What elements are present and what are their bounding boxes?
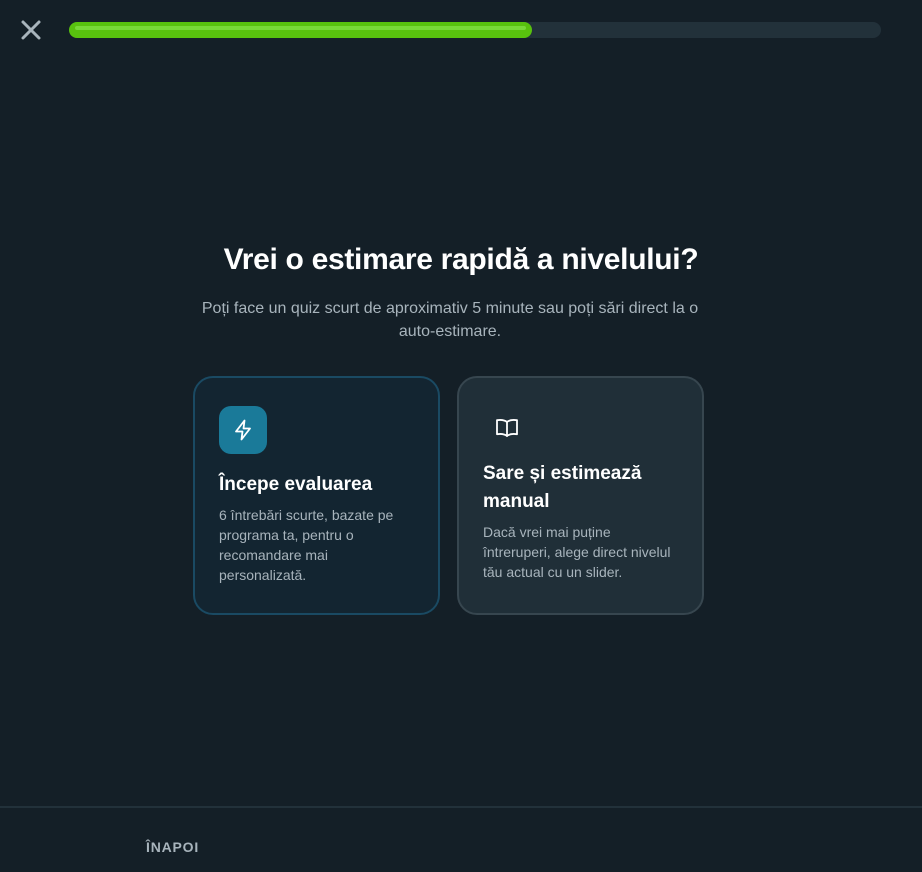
progress-bar [69, 22, 881, 38]
page-subtitle: Poți face un quiz scurt de aproximativ 5… [201, 300, 699, 340]
book-icon [483, 406, 531, 450]
start-assessment-title: Începe evaluarea [219, 474, 373, 495]
start-assessment-description: 6 întrebări scurte, bazate pe programa t… [219, 507, 394, 583]
manual-estimate-card[interactable]: Sare și estimează manual Dacă vrei mai p… [457, 376, 704, 615]
lightning-icon [219, 406, 267, 454]
back-button[interactable]: ÎNAPOI [146, 839, 199, 855]
manual-estimate-title: Sare și estimează manual [483, 463, 642, 512]
close-icon[interactable] [18, 17, 44, 43]
progress-bar-fill [69, 22, 532, 38]
footer-divider [0, 806, 922, 808]
onboarding-screen: Vrei o estimare rapidă a nivelului? Poți… [0, 0, 922, 872]
manual-estimate-description: Dacă vrei mai puține întreruperi, alege … [483, 524, 671, 580]
page-title: Vrei o estimare rapidă a nivelului? [223, 243, 699, 276]
start-assessment-card[interactable]: Începe evaluarea 6 întrebări scurte, baz… [193, 376, 440, 615]
